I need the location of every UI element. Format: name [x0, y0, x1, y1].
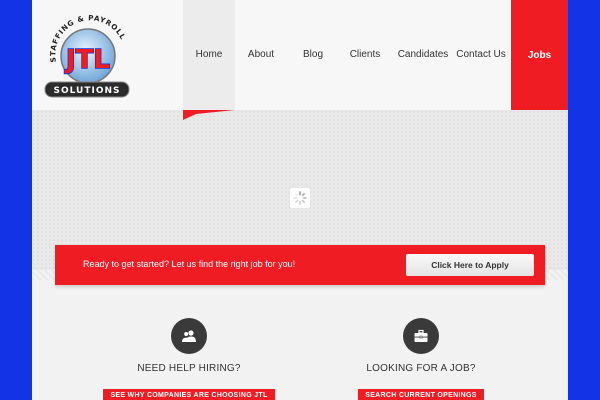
nav-clients-label: Clients	[349, 48, 381, 60]
nav-blog-label: Blog	[302, 48, 323, 60]
nav-about-label: About	[247, 48, 275, 60]
nav-jobs-button[interactable]: Jobs	[511, 0, 568, 110]
nav-jobs-label: Jobs	[527, 49, 552, 61]
nav-candidates-label: Candidates	[397, 48, 449, 60]
feature-job-search: LOOKING FOR A JOB? SEARCH CURRENT OPENIN…	[321, 318, 521, 400]
left-background-band	[0, 0, 32, 400]
nav-clients[interactable]: Clients	[339, 0, 391, 110]
main-nav: Home About Blog Clients Candidates Conta…	[183, 0, 507, 110]
logo-banner-text: SOLUTIONS	[53, 86, 120, 96]
right-background-band	[568, 0, 600, 400]
feature-hiring-title: NEED HELP HIRING?	[137, 363, 241, 374]
briefcase-icon	[403, 318, 439, 354]
nav-home[interactable]: Home	[183, 0, 235, 110]
feature-job-search-title: LOOKING FOR A JOB?	[366, 363, 476, 374]
logo-text: JTL	[64, 45, 110, 75]
nav-candidates[interactable]: Candidates	[391, 0, 455, 110]
cta-banner: Ready to get started? Let us find the ri…	[55, 245, 545, 285]
nav-about[interactable]: About	[235, 0, 287, 110]
site-header: STAFFING & PAYROLL JTL SOLUTIONS Home Ab…	[32, 0, 568, 110]
jtl-logo[interactable]: STAFFING & PAYROLL JTL SOLUTIONS	[42, 8, 132, 100]
nav-contact-us[interactable]: Contact Us	[455, 0, 507, 110]
nav-home-label: Home	[195, 48, 223, 60]
page-container: STAFFING & PAYROLL JTL SOLUTIONS Home Ab…	[32, 0, 568, 400]
loading-spinner-icon	[290, 188, 310, 208]
users-icon	[171, 318, 207, 354]
active-tab-indicator	[183, 110, 235, 120]
cta-text: Ready to get started? Let us find the ri…	[83, 259, 296, 269]
feature-hiring: NEED HELP HIRING? SEE WHY COMPANIES ARE …	[89, 318, 289, 400]
choosing-jtl-button[interactable]: SEE WHY COMPANIES ARE CHOOSING JTL	[103, 389, 275, 400]
apply-button[interactable]: Click Here to Apply	[406, 254, 534, 276]
search-openings-button[interactable]: SEARCH CURRENT OPENINGS	[358, 389, 484, 400]
nav-blog[interactable]: Blog	[287, 0, 339, 110]
nav-contact-us-label: Contact Us	[456, 48, 506, 60]
